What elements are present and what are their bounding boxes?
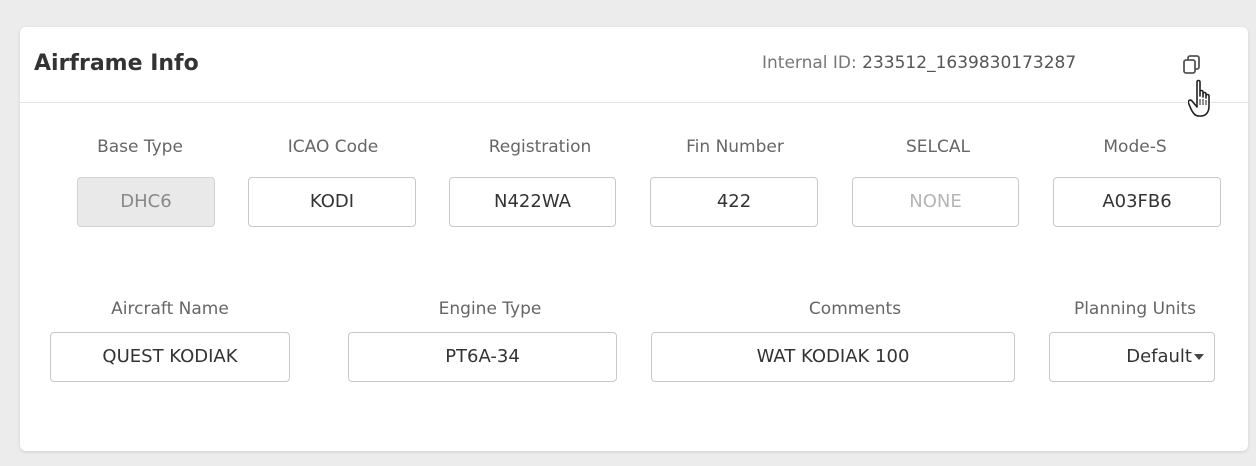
selcal-input[interactable]: NONE [852, 177, 1019, 227]
registration-label: Registration [488, 137, 592, 157]
registration-input[interactable]: N422WA [449, 177, 616, 227]
internal-id: Internal ID: 233512_1639830173287 [762, 53, 1076, 73]
icao-code-input[interactable]: KODI [248, 177, 416, 227]
field-aircraft-name: Aircraft Name [80, 297, 260, 321]
engine-type-label: Engine Type [438, 299, 542, 319]
field-mode-s: Mode-S [1065, 135, 1205, 159]
selcal-label: SELCAL [906, 137, 970, 157]
caret-down-icon [1194, 354, 1204, 360]
base-type-label: Base Type [97, 137, 183, 157]
field-planning-units: Planning Units [1045, 297, 1225, 321]
card-header: Airframe Info Internal ID: 233512_163983… [20, 27, 1248, 103]
fin-number-input[interactable]: 422 [650, 177, 818, 227]
field-engine-type: Engine Type [390, 297, 590, 321]
field-selcal: SELCAL [868, 135, 1008, 159]
comments-input[interactable]: WAT KODIAK 100 [651, 332, 1015, 382]
copy-icon[interactable] [1180, 53, 1204, 77]
field-registration: Registration [465, 135, 615, 159]
field-fin-number: Fin Number [660, 135, 810, 159]
mode-s-input[interactable]: A03FB6 [1053, 177, 1221, 227]
mode-s-label: Mode-S [1103, 137, 1167, 157]
field-icao-code: ICAO Code [268, 135, 398, 159]
aircraft-name-label: Aircraft Name [111, 299, 229, 319]
base-type-input: DHC6 [77, 177, 215, 227]
engine-type-input[interactable]: PT6A-34 [348, 332, 617, 382]
icao-code-label: ICAO Code [287, 137, 379, 157]
internal-id-value: 233512_1639830173287 [862, 53, 1077, 73]
airframe-info-card: Airframe Info Internal ID: 233512_163983… [20, 27, 1248, 451]
card-title: Airframe Info [34, 51, 199, 76]
fin-number-label: Fin Number [686, 137, 784, 157]
comments-label: Comments [808, 299, 902, 319]
internal-id-label: Internal ID: [762, 53, 857, 73]
aircraft-name-input[interactable]: QUEST KODIAK [50, 332, 290, 382]
planning-units-label: Planning Units [1073, 299, 1197, 319]
planning-units-value: Default [1126, 346, 1192, 367]
planning-units-select[interactable]: Default [1049, 332, 1215, 382]
field-base-type: Base Type [75, 135, 205, 159]
field-comments: Comments [760, 297, 950, 321]
